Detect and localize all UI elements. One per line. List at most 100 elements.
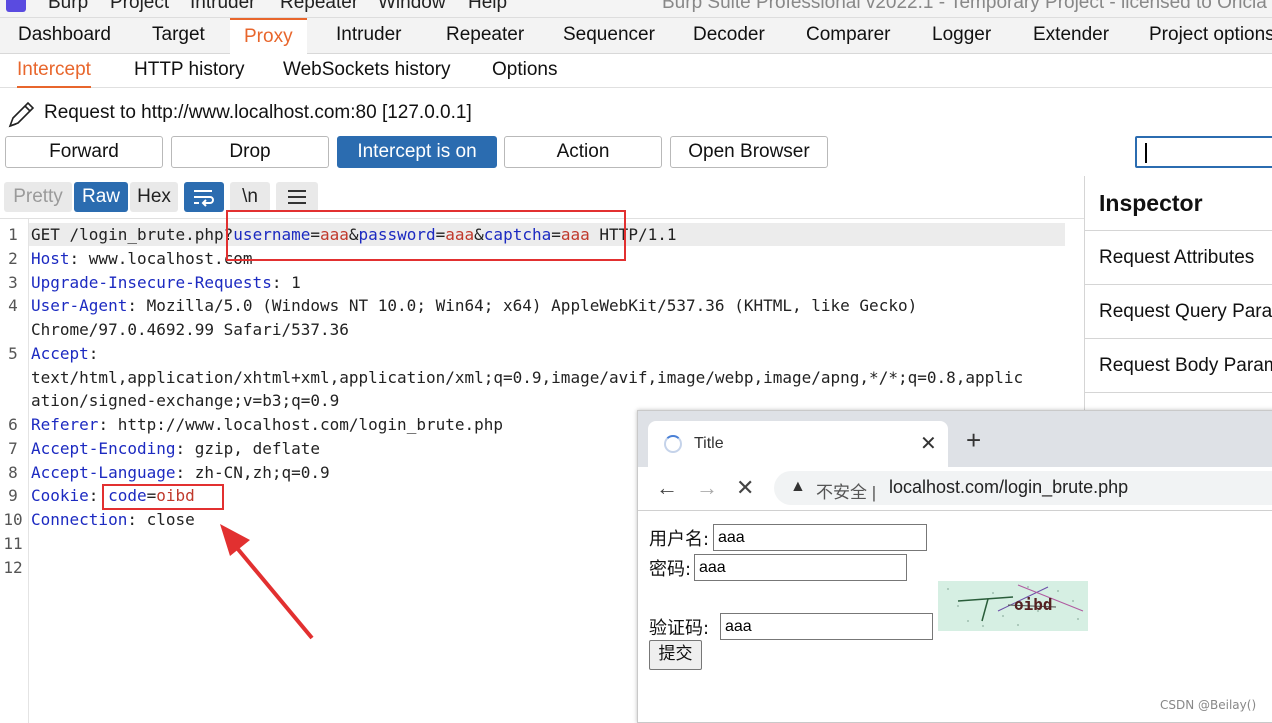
- request-line-10: Connection: close: [31, 510, 195, 529]
- menu-burp[interactable]: Burp: [48, 0, 88, 14]
- line-number: 3: [8, 273, 18, 292]
- url-text: localhost.com/login_brute.php: [889, 477, 1129, 497]
- tab-target[interactable]: Target: [152, 18, 205, 54]
- new-tab-icon[interactable]: +: [966, 427, 981, 453]
- wrap-lines-icon: [194, 190, 214, 207]
- captcha-noise-icon: [947, 584, 1084, 627]
- header-key: Accept-Encoding: [31, 439, 176, 458]
- request-line-8: Accept-Language: zh-CN,zh;q=0.9: [31, 463, 330, 482]
- forward-arrow-icon[interactable]: →: [696, 475, 718, 501]
- line-number: 8: [8, 463, 18, 482]
- forward-button[interactable]: Forward: [5, 136, 163, 168]
- loading-spinner-icon: [664, 435, 682, 453]
- username-field[interactable]: [713, 524, 927, 551]
- header-value: : http://www.localhost.com/login_brute.p…: [98, 415, 504, 434]
- browser-tab-strip: Title ✕ +: [638, 411, 1272, 467]
- back-arrow-icon[interactable]: ←: [656, 475, 678, 501]
- text-caret: [1145, 143, 1147, 163]
- editor-menu-button[interactable]: [276, 182, 318, 212]
- line-number: 9: [8, 486, 18, 505]
- tab-options[interactable]: Options: [492, 54, 557, 88]
- tab-dashboard[interactable]: Dashboard: [18, 18, 111, 54]
- open-browser-button[interactable]: Open Browser: [670, 136, 828, 168]
- main-tab-bar: Dashboard Target Proxy Intruder Repeater…: [0, 18, 1272, 54]
- password-field[interactable]: [694, 554, 907, 581]
- menu-help[interactable]: Help: [468, 0, 507, 14]
- menu-repeater[interactable]: Repeater: [280, 0, 358, 14]
- app-title: Burp Suite Professional v2022.1 - Tempor…: [662, 0, 1267, 13]
- tab-sequencer[interactable]: Sequencer: [563, 18, 655, 54]
- header-key: Referer: [31, 415, 99, 434]
- request-line-6: Referer: http://www.localhost.com/login_…: [31, 415, 503, 434]
- browser-window: Title ✕ + ← → ✕ ▲ 不安全 | localhost.com/lo…: [637, 410, 1272, 723]
- captcha-label: 验证码:: [649, 618, 710, 639]
- header-key: User-Agent: [31, 296, 128, 315]
- line-number: 1: [8, 225, 18, 244]
- browser-tab-title: Title: [694, 435, 724, 452]
- view-pretty-tab[interactable]: Pretty: [4, 182, 72, 212]
- action-button[interactable]: Action: [504, 136, 662, 168]
- header-key: Accept: [31, 344, 89, 363]
- inspector-request-query-params[interactable]: Request Query Parameters: [1085, 284, 1272, 338]
- password-label: 密码:: [649, 559, 692, 580]
- menu-window[interactable]: Window: [378, 0, 446, 14]
- search-input[interactable]: [1135, 136, 1272, 168]
- request-target-bar: Request to http://www.localhost.com:80 […: [0, 96, 1272, 130]
- header-key: Cookie: [31, 486, 89, 505]
- tab-decoder[interactable]: Decoder: [693, 18, 765, 54]
- menu-bar: Burp Project Intruder Repeater Window He…: [0, 0, 1272, 18]
- captcha-text: oibd: [1014, 595, 1053, 614]
- tab-extender[interactable]: Extender: [1033, 18, 1109, 54]
- request-line-5-wrap-1: text/html,application/xhtml+xml,applicat…: [31, 368, 1024, 387]
- header-value: :: [88, 344, 99, 363]
- show-newlines-button[interactable]: \n: [230, 182, 270, 212]
- line-number: 7: [8, 439, 18, 458]
- address-bar[interactable]: ▲ 不安全 | localhost.com/login_brute.php: [774, 471, 1272, 505]
- tab-websockets-history[interactable]: WebSockets history: [283, 54, 451, 88]
- menu-project[interactable]: Project: [110, 0, 169, 14]
- line-number: 12: [3, 558, 23, 577]
- view-hex-tab[interactable]: Hex: [130, 182, 178, 212]
- inspector-request-body-params[interactable]: Request Body Parameters: [1085, 338, 1272, 392]
- tab-repeater[interactable]: Repeater: [446, 18, 524, 54]
- request-line-3: Upgrade-Insecure-Requests: 1: [31, 273, 301, 292]
- login-page: 用户名: 密码: 验证码: oibd 提交 CSDN @Beil: [638, 512, 1272, 722]
- request-line-4-wrap: Chrome/97.0.4692.99 Safari/537.36: [31, 320, 349, 339]
- header-value: : gzip, deflate: [175, 439, 321, 458]
- line-number: 2: [8, 249, 18, 268]
- hamburger-menu-icon: [288, 190, 306, 204]
- header-value: : Mozilla/5.0 (Windows NT 10.0; Win64; x…: [127, 296, 918, 315]
- request-line-5-wrap-2: ation/signed-exchange;v=b3;q=0.9: [31, 391, 340, 410]
- header-key: Connection: [31, 510, 128, 529]
- browser-tab[interactable]: Title ✕: [648, 421, 948, 467]
- gutter-divider: [28, 219, 29, 723]
- captcha-field[interactable]: [720, 613, 933, 640]
- tab-intercept[interactable]: Intercept: [17, 54, 91, 88]
- watermark: CSDN @Beilay(): [1160, 698, 1257, 712]
- tab-intruder[interactable]: Intruder: [336, 18, 401, 54]
- wrap-lines-button[interactable]: [184, 182, 224, 212]
- tab-http-history[interactable]: HTTP history: [134, 54, 245, 88]
- stop-loading-icon[interactable]: ✕: [736, 475, 754, 501]
- line-number: 11: [3, 534, 23, 553]
- tab-proxy[interactable]: Proxy: [230, 18, 307, 54]
- captcha-image[interactable]: oibd: [938, 581, 1088, 631]
- warning-icon: ▲: [790, 478, 806, 495]
- browser-toolbar: ← → ✕ ▲ 不安全 | localhost.com/login_brute.…: [638, 467, 1272, 511]
- request-line-4: User-Agent: Mozilla/5.0 (Windows NT 10.0…: [31, 296, 917, 315]
- submit-button[interactable]: 提交: [649, 640, 702, 670]
- view-raw-tab[interactable]: Raw: [74, 182, 128, 212]
- line-number: 5: [8, 344, 18, 363]
- request-line-2: Host: www.localhost.com: [31, 249, 253, 268]
- close-icon[interactable]: ✕: [920, 431, 937, 456]
- burp-logo-icon: [6, 0, 26, 12]
- inspector-request-attributes[interactable]: Request Attributes: [1085, 230, 1272, 284]
- tab-comparer[interactable]: Comparer: [806, 18, 890, 54]
- tab-project-options[interactable]: Project options: [1149, 18, 1272, 54]
- username-label: 用户名:: [649, 529, 710, 550]
- header-value: : zh-CN,zh;q=0.9: [175, 463, 330, 482]
- intercept-toggle-button[interactable]: Intercept is on: [337, 136, 497, 168]
- menu-intruder[interactable]: Intruder: [190, 0, 255, 14]
- drop-button[interactable]: Drop: [171, 136, 329, 168]
- tab-logger[interactable]: Logger: [932, 18, 991, 54]
